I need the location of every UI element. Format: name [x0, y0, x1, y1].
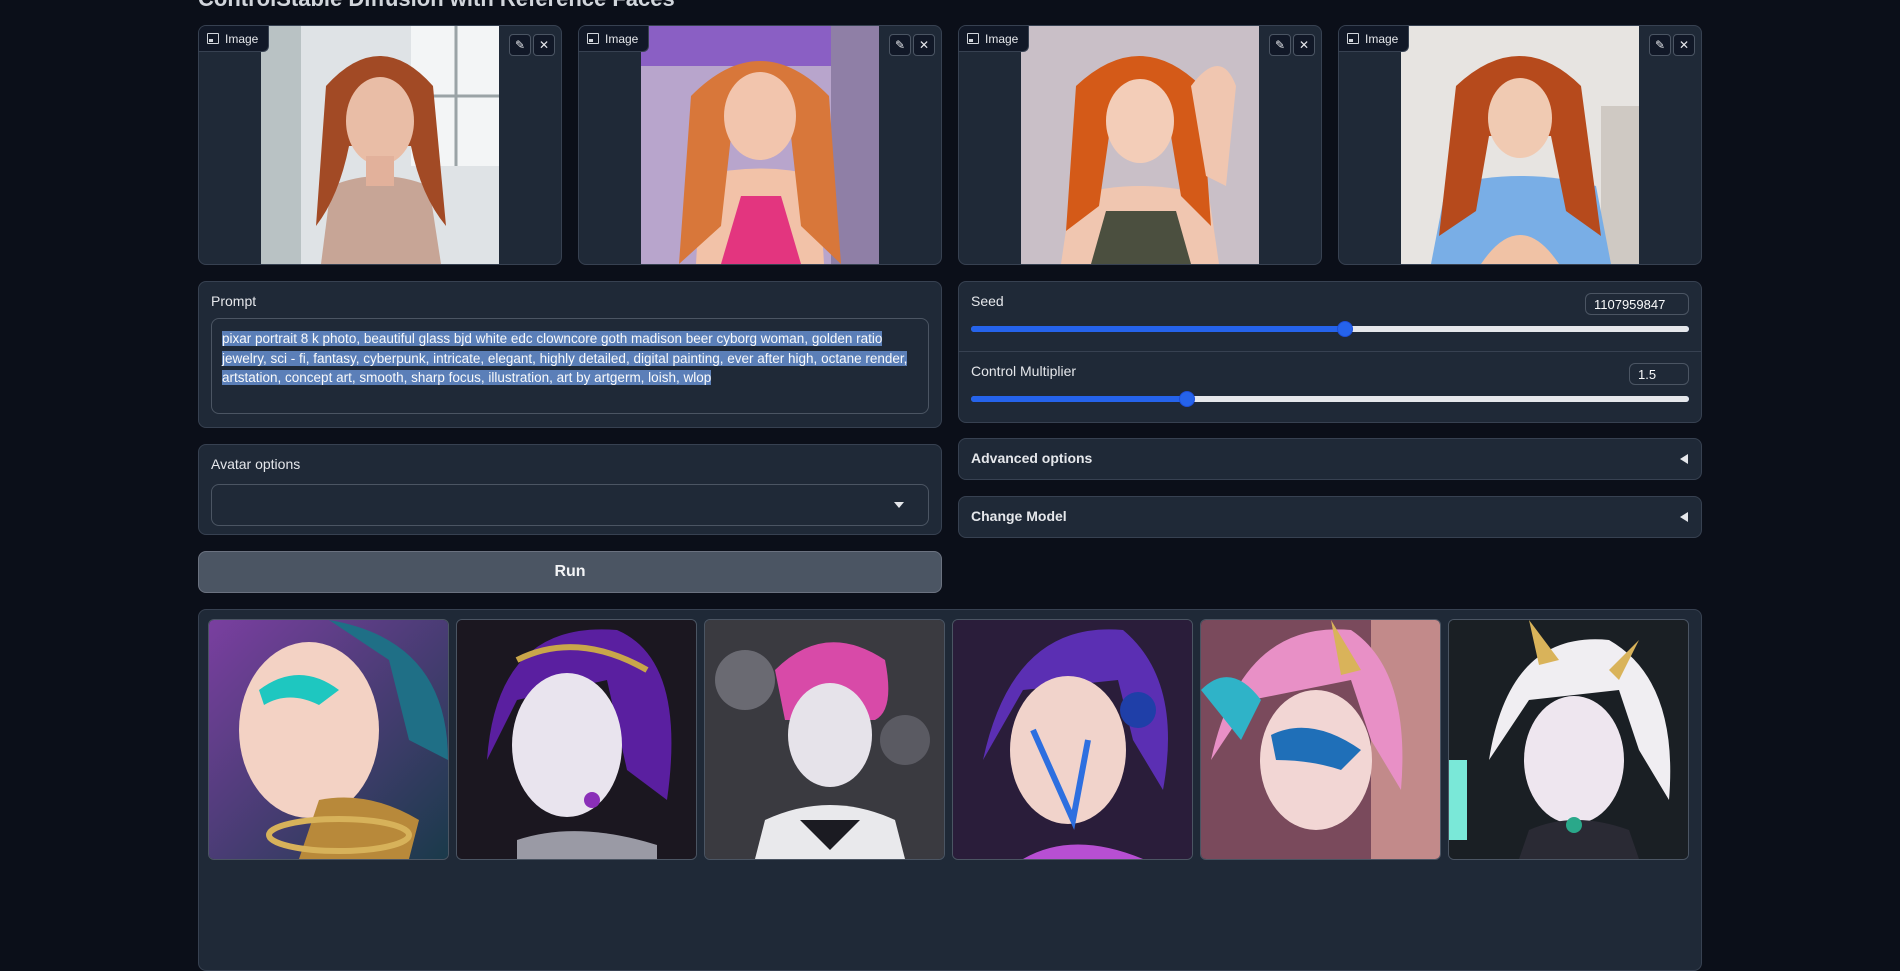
image-label: Image [1339, 26, 1410, 52]
prompt-label: Prompt [211, 293, 257, 309]
avatar-options-label: Avatar options [211, 456, 301, 472]
edit-button-4[interactable]: ✎ [1649, 34, 1671, 56]
image-icon [1347, 33, 1359, 44]
seed-slider-track [1344, 326, 1689, 332]
pencil-icon: ✎ [894, 38, 906, 52]
reference-image-4[interactable]: Image ✎ ✕ [1338, 25, 1702, 265]
close-icon: ✕ [918, 38, 930, 52]
seed-input[interactable]: 1107959847 [1585, 293, 1689, 315]
image-icon [207, 33, 219, 44]
reference-image-3[interactable]: Image ✎ ✕ [958, 25, 1322, 265]
avatar-options-dropdown[interactable] [211, 484, 929, 526]
reference-photo-3 [1021, 26, 1259, 264]
reference-photo-1 [261, 26, 499, 264]
reference-photo-2 [641, 26, 879, 264]
control-multiplier-slider-thumb[interactable] [1179, 391, 1196, 407]
reference-photo-4 [1401, 26, 1639, 264]
gallery-image-4[interactable] [952, 619, 1193, 860]
close-icon: ✕ [1678, 38, 1690, 52]
prompt-panel: Prompt pixar portrait 8 k photo, beautif… [198, 281, 942, 428]
caret-left-icon [1680, 454, 1688, 464]
image-icon [967, 33, 979, 44]
image-label: Image [959, 26, 1030, 52]
prompt-textarea[interactable]: pixar portrait 8 k photo, beautiful glas… [211, 318, 929, 414]
gallery-image-2[interactable] [456, 619, 697, 860]
control-multiplier-label: Control Multiplier [971, 363, 1077, 379]
edit-button-2[interactable]: ✎ [889, 34, 911, 56]
edit-button-1[interactable]: ✎ [509, 34, 531, 56]
edit-button-3[interactable]: ✎ [1269, 34, 1291, 56]
caret-left-icon [1680, 512, 1688, 522]
gallery-image-5[interactable] [1200, 619, 1441, 860]
gallery-image-6[interactable] [1448, 619, 1689, 860]
divider [959, 351, 1701, 352]
chevron-down-icon [894, 502, 904, 508]
control-multiplier-slider-fill [971, 396, 1187, 402]
gallery-image-1[interactable] [208, 619, 449, 860]
clear-button-1[interactable]: ✕ [533, 34, 555, 56]
change-model-label: Change Model [971, 508, 1067, 524]
image-icon [587, 33, 599, 44]
clear-button-3[interactable]: ✕ [1293, 34, 1315, 56]
gallery-image-3[interactable] [704, 619, 945, 860]
clear-button-4[interactable]: ✕ [1673, 34, 1695, 56]
seed-label: Seed [971, 293, 1004, 309]
advanced-options-label: Advanced options [971, 450, 1093, 466]
pencil-icon: ✎ [1654, 38, 1666, 52]
prompt-text: pixar portrait 8 k photo, beautiful glas… [222, 331, 908, 385]
image-label: Image [199, 26, 270, 52]
avatar-options-panel: Avatar options [198, 444, 942, 535]
close-icon: ✕ [1298, 38, 1310, 52]
close-icon: ✕ [538, 38, 550, 52]
advanced-options-accordion[interactable]: Advanced options [958, 438, 1702, 480]
seed-slider-thumb[interactable] [1337, 321, 1354, 337]
seed-slider[interactable] [971, 321, 1689, 337]
control-multiplier-slider-track [1186, 396, 1689, 402]
change-model-accordion[interactable]: Change Model [958, 496, 1702, 538]
clear-button-2[interactable]: ✕ [913, 34, 935, 56]
page-title: ControlStable Diffusion with Reference F… [198, 0, 675, 12]
output-gallery [198, 609, 1702, 971]
seed-slider-fill [971, 326, 1345, 332]
control-multiplier-input[interactable]: 1.5 [1629, 363, 1689, 385]
control-multiplier-slider[interactable] [971, 391, 1689, 407]
reference-image-1[interactable]: Image ✎ ✕ [198, 25, 562, 265]
settings-panel: Seed 1107959847 Control Multiplier 1.5 [958, 281, 1702, 423]
run-button[interactable]: Run [198, 551, 942, 593]
pencil-icon: ✎ [1274, 38, 1286, 52]
image-label: Image [579, 26, 650, 52]
reference-image-2[interactable]: Image ✎ ✕ [578, 25, 942, 265]
pencil-icon: ✎ [514, 38, 526, 52]
